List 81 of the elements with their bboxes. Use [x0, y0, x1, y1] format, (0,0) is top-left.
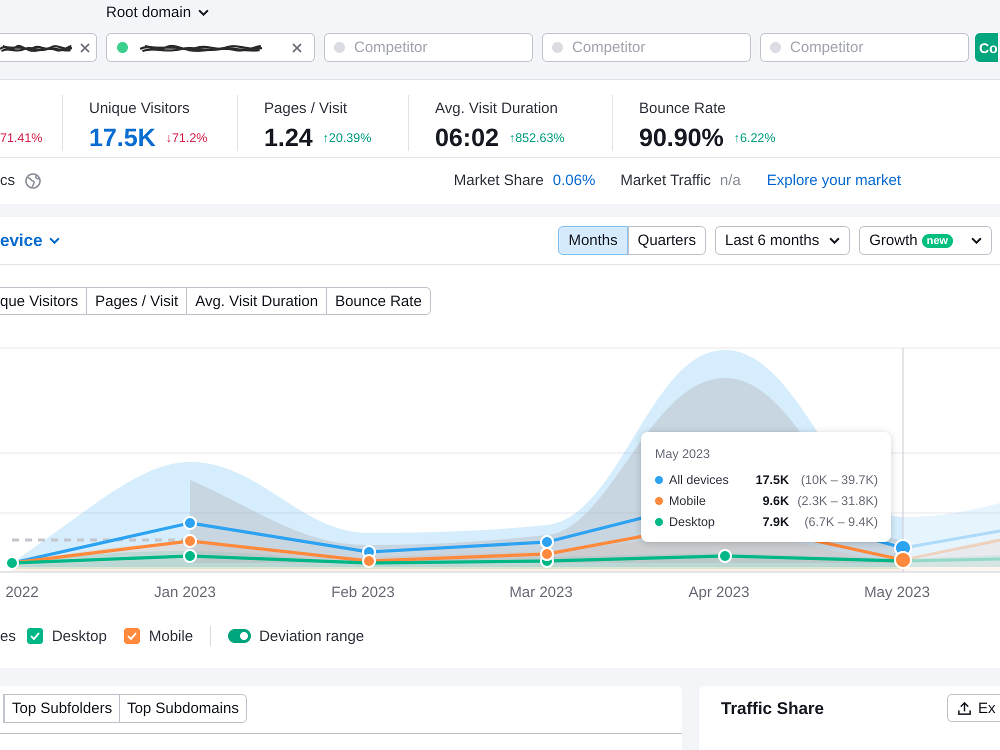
series-value: 7.9K [762, 514, 789, 528]
checkbox[interactable] [26, 628, 43, 644]
chevron-down-icon [829, 237, 840, 244]
data-point[interactable] [362, 554, 376, 568]
metric-change: ↑20.39% [322, 130, 372, 147]
metric-change: ↑6.22% [734, 130, 776, 147]
metric-value: 17.5K [89, 124, 156, 152]
x-axis-label: Feb 2023 [331, 584, 395, 601]
series-range: (10K – 39.7K) [800, 472, 878, 486]
metric-value: 06:02 [435, 124, 499, 152]
root-domain-dropdown[interactable]: Root domain [106, 4, 210, 20]
data-point[interactable] [540, 535, 554, 549]
data-point[interactable] [718, 549, 732, 563]
metric-label: Pages / Visit [264, 100, 348, 118]
series-range: (2.3K – 31.8K) [796, 494, 878, 508]
granularity-tab[interactable]: Quarters [628, 226, 706, 255]
series-label: Desktop [669, 514, 716, 528]
metric-value: 1.24 [264, 124, 313, 152]
check-icon [30, 632, 40, 640]
metric-value: 90.90% [639, 124, 724, 152]
metric-change: ↑852.63% [508, 130, 565, 147]
market-traffic-label: Market Traffic [620, 172, 711, 189]
data-point[interactable] [894, 551, 912, 569]
metric-tab[interactable]: Avg. Visit Duration [187, 287, 328, 315]
legend-label: Desktop [52, 628, 107, 644]
series-value: 9.6K [762, 494, 789, 508]
series-range: (6.7K – 9.4K) [803, 514, 878, 528]
clear-icon[interactable] [292, 42, 302, 52]
legend-label: es [0, 628, 16, 644]
x-axis-label: Jan 2023 [154, 584, 216, 601]
metric-change: ↓71.2% [166, 130, 208, 147]
card-title: Traffic Share [721, 699, 824, 719]
metric-tab[interactable]: que Visitors [0, 287, 88, 315]
legend-label: Deviation range [259, 628, 364, 644]
x-axis-label: May 2023 [864, 584, 930, 601]
series-label: All devices [669, 472, 730, 486]
market-share-value: 0.06% [552, 172, 596, 189]
domain-field[interactable] [0, 33, 97, 62]
metric-tab[interactable]: Bounce Rate [327, 287, 431, 315]
new-badge: new [922, 234, 953, 248]
competitor-field[interactable]: Competitor [760, 33, 969, 62]
export-button[interactable]: Ex [947, 694, 1000, 722]
toggle-switch[interactable] [228, 629, 252, 643]
competitor-field[interactable]: Competitor [324, 33, 533, 62]
explore-market-link[interactable]: Explore your market [766, 172, 901, 189]
data-point[interactable] [540, 547, 554, 561]
data-point[interactable] [183, 549, 197, 563]
x-axis-label: Apr 2023 [688, 584, 750, 601]
metric-label: Avg. Visit Duration [435, 100, 559, 118]
domain-field[interactable] [106, 33, 315, 62]
metric-tab[interactable]: Pages / Visit [87, 287, 188, 315]
chevron-down-icon [198, 8, 210, 16]
chevron-down-icon [971, 237, 982, 244]
data-point[interactable] [5, 556, 19, 570]
series-label: Mobile [669, 494, 707, 508]
globe-icon [25, 172, 41, 188]
report-tab[interactable]: Top Subdomains [120, 694, 247, 723]
granularity-tab[interactable]: Months [558, 226, 628, 255]
period-dropdown[interactable]: Last 6 months [715, 226, 850, 255]
metric-label: Unique Visitors [89, 100, 191, 118]
section-title: cs [0, 172, 15, 189]
clear-icon[interactable] [80, 42, 90, 52]
market-share-label: Market Share [454, 172, 544, 189]
report-tab[interactable]: Top Subfolders [3, 694, 120, 723]
checkbox[interactable] [124, 628, 140, 644]
data-point[interactable] [183, 516, 197, 530]
metric-change: 71.41% [0, 130, 42, 147]
metric-label: Bounce Rate [639, 100, 727, 118]
tooltip-title: May 2023 [655, 446, 711, 463]
x-axis-label: 2022 [5, 584, 39, 601]
x-axis-label: Mar 2023 [509, 584, 573, 601]
device-dropdown[interactable]: evice [0, 230, 60, 250]
competitor-field[interactable]: Competitor [542, 33, 751, 62]
upload-icon [957, 700, 972, 716]
series-value: 17.5K [754, 472, 789, 486]
check-icon [126, 632, 137, 640]
legend-label: Mobile [148, 628, 194, 644]
chevron-down-icon [48, 237, 60, 244]
data-point[interactable] [183, 534, 197, 548]
market-traffic-value: n/a [720, 172, 741, 189]
mode-dropdown[interactable]: Growth new [859, 226, 992, 255]
